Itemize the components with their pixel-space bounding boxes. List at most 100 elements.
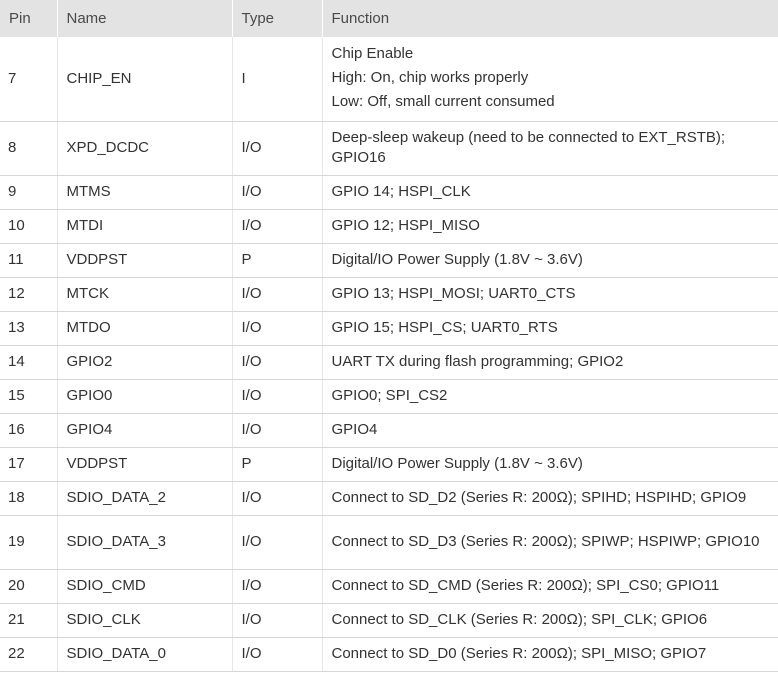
function-cell: Connect to SD_D2 (Series R: 200Ω); SPIHD…: [322, 481, 778, 516]
table-header-row: Pin Name Type Function: [0, 0, 778, 37]
function-line: Chip Enable: [331, 45, 414, 63]
pin-cell: 18: [0, 481, 58, 516]
table-row: 17 VDDPST P Digital/IO Power Supply (1.8V ~…: [0, 447, 778, 482]
table-row: 18 SDIO_DATA_2 I/O Connect to SD_D2 (Series…: [0, 481, 778, 516]
name-cell: SDIO_CMD: [57, 569, 233, 604]
pin-cell: 15: [0, 379, 58, 414]
function-cell: UART TX during flash programming; GPIO2: [322, 345, 778, 380]
name-cell: VDDPST: [57, 243, 233, 278]
function-line: Low: Off, small current consumed: [331, 93, 555, 111]
header-type: Type: [232, 0, 323, 37]
function-cell: GPIO 15; HSPI_CS; UART0_RTS: [322, 311, 778, 346]
pin-definition-table: Pin Name Type Function 7 CHIP_EN I Chip Ena…: [0, 0, 778, 672]
type-cell: I: [232, 37, 323, 122]
function-line: GPIO0; SPI_CS2: [331, 386, 448, 404]
function-line: UART TX during flash programming; GPIO2: [331, 352, 624, 370]
header-name: Name: [57, 0, 233, 37]
function-cell: Digital/IO Power Supply (1.8V ~ 3.6V): [322, 447, 778, 482]
function-line: Connect to SD_CLK (Series R: 200Ω); SPI_…: [331, 610, 708, 628]
name-cell: XPD_DCDC: [57, 121, 233, 176]
name-cell: SDIO_CLK: [57, 603, 233, 638]
table-row: 12 MTCK I/O GPIO 13; HSPI_MOSI; UART0_CTS: [0, 277, 778, 312]
function-line: Connect to SD_D0 (Series R: 200Ω); SPI_M…: [331, 644, 707, 662]
function-cell: GPIO0; SPI_CS2: [322, 379, 778, 414]
function-cell: Connect to SD_CLK (Series R: 200Ω); SPI_…: [322, 603, 778, 638]
pin-cell: 14: [0, 345, 58, 380]
pin-cell: 20: [0, 569, 58, 604]
function-line: GPIO4: [331, 420, 378, 438]
header-pin: Pin: [0, 0, 58, 37]
name-cell: CHIP_EN: [57, 37, 233, 122]
type-cell: I/O: [232, 379, 323, 414]
table-row: 11 VDDPST P Digital/IO Power Supply (1.8V ~…: [0, 243, 778, 278]
type-cell: I/O: [232, 209, 323, 244]
header-function: Function: [322, 0, 778, 37]
name-cell: MTDO: [57, 311, 233, 346]
type-cell: I/O: [232, 515, 323, 570]
table-row: 8 XPD_DCDC I/O Deep-sleep wakeup (need to b…: [0, 121, 778, 176]
pin-cell: 21: [0, 603, 58, 638]
pin-cell: 9: [0, 175, 58, 210]
function-cell: Connect to SD_D3 (Series R: 200Ω); SPIWP…: [322, 515, 778, 570]
type-cell: I/O: [232, 569, 323, 604]
pin-cell: 22: [0, 637, 58, 672]
type-cell: I/O: [232, 637, 323, 672]
type-cell: I/O: [232, 345, 323, 380]
pin-cell: 19: [0, 515, 58, 570]
name-cell: MTDI: [57, 209, 233, 244]
type-cell: I/O: [232, 413, 323, 448]
function-cell: GPIO 12; HSPI_MISO: [322, 209, 778, 244]
function-line: GPIO 12; HSPI_MISO: [331, 216, 480, 234]
name-cell: GPIO2: [57, 345, 233, 380]
type-cell: I/O: [232, 603, 323, 638]
function-cell: GPIO 13; HSPI_MOSI; UART0_CTS: [322, 277, 778, 312]
pin-cell: 10: [0, 209, 58, 244]
function-line: GPIO 15; HSPI_CS; UART0_RTS: [331, 318, 558, 336]
pin-cell: 8: [0, 121, 58, 176]
pin-cell: 16: [0, 413, 58, 448]
table-row: 22 SDIO_DATA_0 I/O Connect to SD_D0 (Series…: [0, 637, 778, 672]
function-cell: Deep-sleep wakeup (need to be connected …: [322, 121, 778, 176]
function-cell: Connect to SD_D0 (Series R: 200Ω); SPI_M…: [322, 637, 778, 672]
function-line: Connect to SD_CMD (Series R: 200Ω); SPI_…: [331, 576, 720, 594]
table-body: 7 CHIP_EN I Chip Enable High: On, chip works…: [0, 37, 778, 672]
pin-cell: 12: [0, 277, 58, 312]
pin-cell: 17: [0, 447, 58, 482]
name-cell: SDIO_DATA_2: [57, 481, 233, 516]
type-cell: P: [232, 447, 323, 482]
table-row: 15 GPIO0 I/O GPIO0; SPI_CS2: [0, 379, 778, 414]
name-cell: GPIO0: [57, 379, 233, 414]
name-cell: VDDPST: [57, 447, 233, 482]
function-line: Connect to SD_D3 (Series R: 200Ω); SPIWP…: [331, 532, 760, 550]
function-line: High: On, chip works properly: [331, 69, 529, 87]
name-cell: MTCK: [57, 277, 233, 312]
function-line: Digital/IO Power Supply (1.8V ~ 3.6V): [331, 454, 583, 472]
function-cell: Connect to SD_CMD (Series R: 200Ω); SPI_…: [322, 569, 778, 604]
function-cell: GPIO4: [322, 413, 778, 448]
table-row: 14 GPIO2 I/O UART TX during flash programmi…: [0, 345, 778, 380]
table-row: 20 SDIO_CMD I/O Connect to SD_CMD (Series R…: [0, 569, 778, 604]
name-cell: GPIO4: [57, 413, 233, 448]
function-cell: Digital/IO Power Supply (1.8V ~ 3.6V): [322, 243, 778, 278]
table-row: 10 MTDI I/O GPIO 12; HSPI_MISO: [0, 209, 778, 244]
function-line: Digital/IO Power Supply (1.8V ~ 3.6V): [331, 250, 583, 268]
pin-cell: 13: [0, 311, 58, 346]
function-cell: GPIO 14; HSPI_CLK: [322, 175, 778, 210]
table-row: 21 SDIO_CLK I/O Connect to SD_CLK (Series R…: [0, 603, 778, 638]
pin-cell: 7: [0, 37, 58, 122]
table-row: 19 SDIO_DATA_3 I/O Connect to SD_D3 (Series…: [0, 515, 778, 570]
function-line: Deep-sleep wakeup (need to be connected …: [331, 128, 726, 166]
function-line: GPIO 14; HSPI_CLK: [331, 182, 471, 200]
type-cell: I/O: [232, 121, 323, 176]
table-row: 7 CHIP_EN I Chip Enable High: On, chip works…: [0, 37, 778, 122]
type-cell: I/O: [232, 481, 323, 516]
type-cell: P: [232, 243, 323, 278]
table-row: 13 MTDO I/O GPIO 15; HSPI_CS; UART0_RTS: [0, 311, 778, 346]
table-row: 16 GPIO4 I/O GPIO4: [0, 413, 778, 448]
name-cell: SDIO_DATA_3: [57, 515, 233, 570]
function-line: Connect to SD_D2 (Series R: 200Ω); SPIHD…: [331, 488, 747, 506]
name-cell: SDIO_DATA_0: [57, 637, 233, 672]
type-cell: I/O: [232, 175, 323, 210]
function-line: GPIO 13; HSPI_MOSI; UART0_CTS: [331, 284, 576, 302]
pin-cell: 11: [0, 243, 58, 278]
